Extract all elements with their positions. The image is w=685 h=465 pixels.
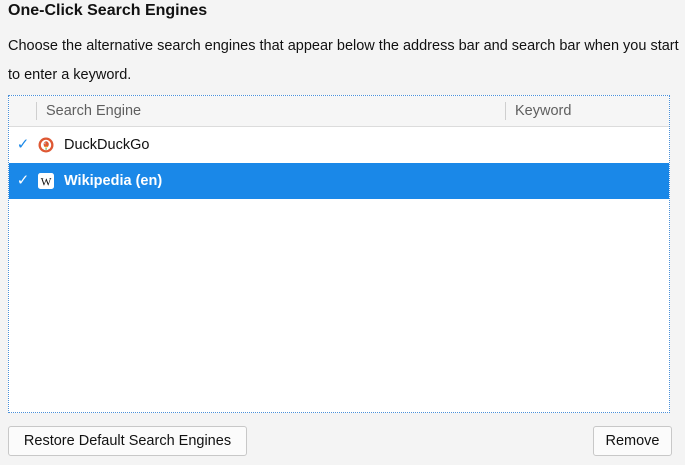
column-divider	[505, 102, 506, 120]
wikipedia-icon: W	[38, 173, 54, 189]
column-header-search-engine[interactable]: Search Engine	[46, 96, 141, 126]
duckduckgo-icon	[38, 137, 54, 153]
engine-name: DuckDuckGo	[64, 137, 150, 153]
column-header-keyword[interactable]: Keyword	[515, 96, 571, 126]
svg-text:W: W	[41, 176, 52, 188]
search-engine-list[interactable]: Search Engine Keyword ✓ DuckDuckGo ✓ W W…	[8, 95, 670, 413]
section-title: One-Click Search Engines	[8, 2, 208, 19]
section-description: Choose the alternative search engines th…	[8, 38, 679, 83]
restore-default-search-engines-button[interactable]: Restore Default Search Engines	[8, 426, 247, 456]
list-header: Search Engine Keyword	[9, 96, 669, 127]
checkmark-icon[interactable]: ✓	[15, 163, 31, 199]
checkbox-column-header[interactable]	[9, 96, 36, 126]
column-divider	[36, 102, 37, 120]
engine-row-duckduckgo[interactable]: ✓ DuckDuckGo	[9, 127, 669, 163]
checkmark-icon[interactable]: ✓	[15, 127, 31, 163]
engine-name: Wikipedia (en)	[64, 173, 163, 189]
engine-row-wikipedia[interactable]: ✓ W Wikipedia (en)	[9, 163, 669, 199]
remove-button[interactable]: Remove	[593, 426, 672, 456]
